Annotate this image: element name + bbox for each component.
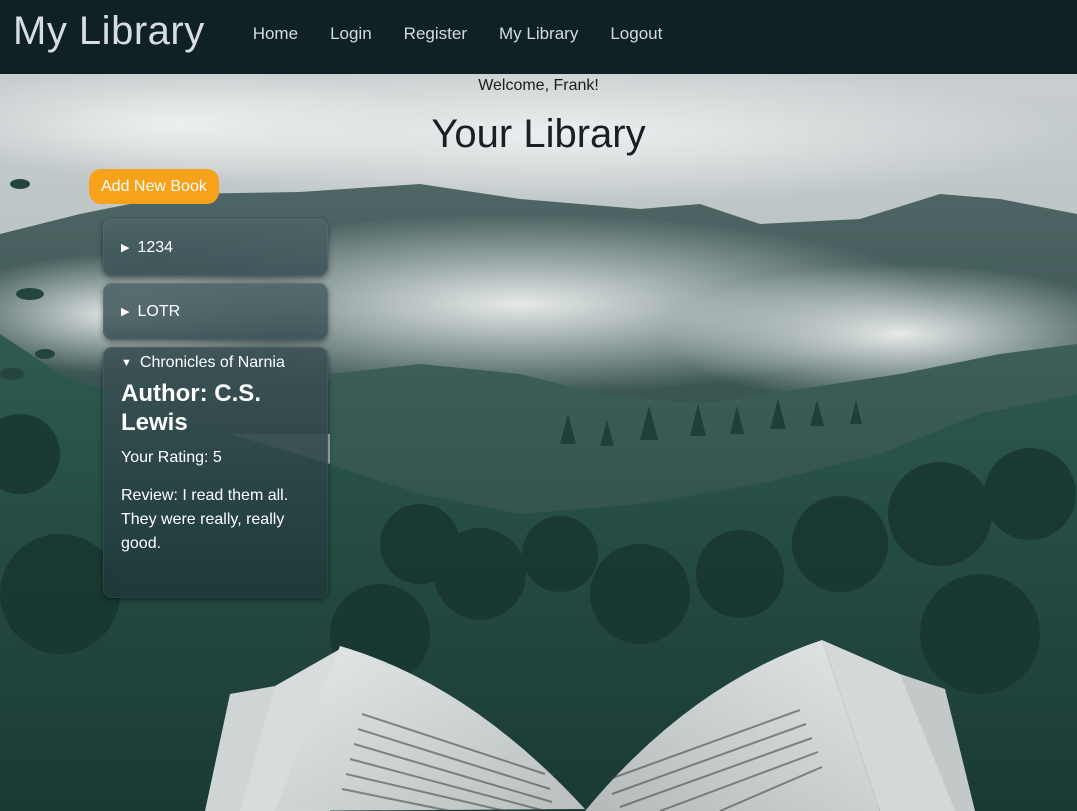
app-brand[interactable]: My Library [13,9,205,54]
book-title: LOTR [137,302,181,320]
triangle-right-icon: ▶ [121,306,130,318]
book-title: 1234 [137,238,174,256]
page-title: Your Library [431,112,646,156]
book-card[interactable]: ▶ LOTR [103,283,328,340]
book-author: Author: C.S. Lewis [121,380,261,436]
book-list: ▶ 1234 ▶ LOTR ▼ Chronicles of Narnia Aut… [103,219,328,605]
book-title: Chronicles of Narnia [139,354,285,371]
book-details: Author: C.S. Lewis Your Rating: 5 Review… [103,379,328,556]
nav-logout-link[interactable]: Logout [594,24,678,44]
book-summary[interactable]: ▶ LOTR [103,283,328,340]
book-summary[interactable]: ▶ 1234 [103,219,328,276]
nav-home-link[interactable]: Home [237,24,314,44]
nav-links: Home Login Register My Library Logout [237,24,679,44]
triangle-down-icon: ▼ [121,357,132,369]
book-summary[interactable]: ▼ Chronicles of Narnia [103,347,328,379]
triangle-right-icon: ▶ [121,242,130,254]
nav-my-library-link[interactable]: My Library [483,24,594,44]
welcome-message: Welcome, Frank! [478,77,599,94]
book-card[interactable]: ▶ 1234 [103,219,328,276]
book-card-expanded[interactable]: ▼ Chronicles of Narnia Author: C.S. Lewi… [103,347,328,598]
book-review: Review: I read them all. They were reall… [121,487,289,552]
nav-login-link[interactable]: Login [314,24,388,44]
nav-register-link[interactable]: Register [388,24,483,44]
add-new-book-button[interactable]: Add New Book [89,169,219,204]
book-rating: Your Rating: 5 [121,449,222,466]
top-navbar: My Library Home Login Register My Librar… [0,0,1077,74]
